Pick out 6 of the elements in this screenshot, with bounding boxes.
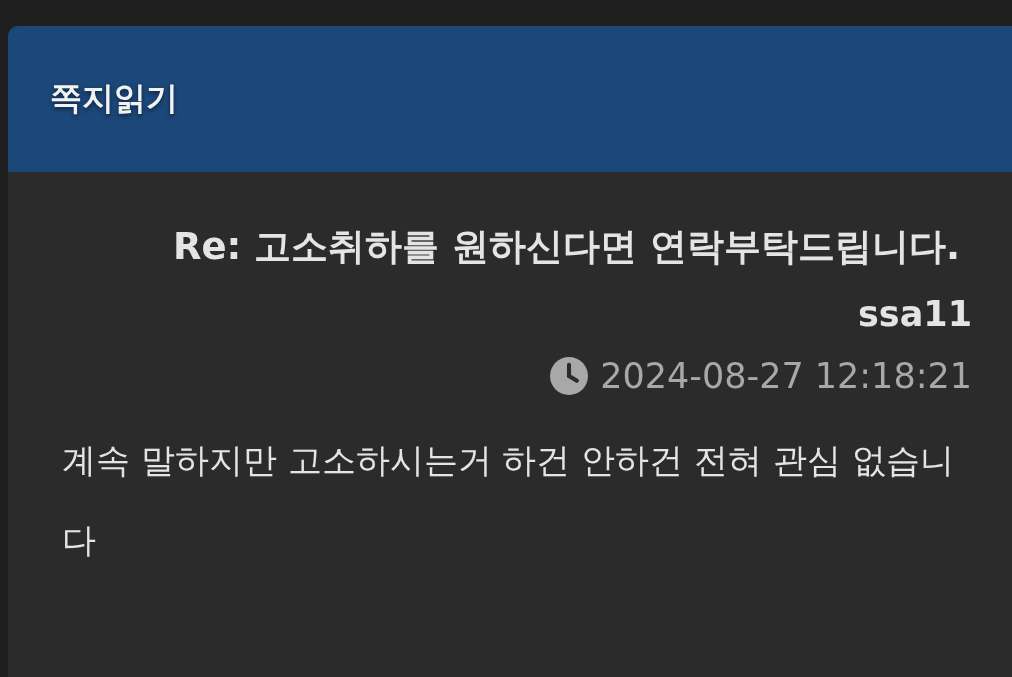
message-body: 계속 말하지만 고소하시는거 하건 안하건 전혀 관심 없습니다 bbox=[62, 439, 955, 562]
clock-icon bbox=[550, 357, 589, 395]
sent-date: 2024-08-27 12:18:21 bbox=[600, 356, 972, 396]
message-subject: Re: 고소취하를 원하신다면 연락부탁드립니다. bbox=[172, 224, 960, 270]
page-title: 쪽지읽기 bbox=[50, 78, 178, 119]
sender-name: ssa11 bbox=[858, 294, 972, 334]
